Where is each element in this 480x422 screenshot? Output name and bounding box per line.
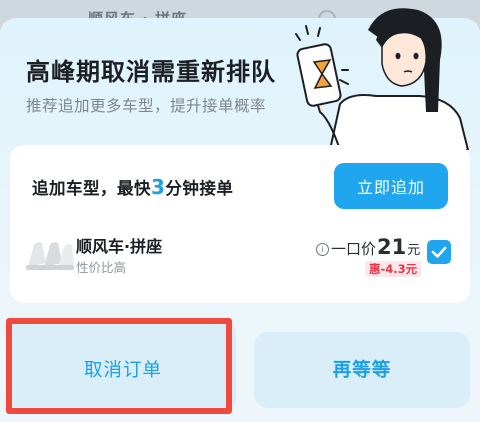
dialog-subtitle: 推荐追加更多车型，提升接单概率 [26,97,267,115]
cancel-order-label: 取消订单 [83,360,162,381]
info-icon[interactable]: i [316,243,329,256]
headline-minutes: 3 [151,175,166,199]
waiting-girl-illustration [295,8,470,150]
headline-prefix: 追加车型，最快 [32,179,151,198]
discount-badge: 惠-4.3元 [365,261,422,277]
headline-suffix: 分钟接单 [165,179,234,198]
add-vehicle-button[interactable]: 立即追加 [334,163,448,209]
service-name: 顺风车·拼座 [76,237,163,256]
recommend-card: 追加车型，最快3分钟接单 立即追加 顺风车·拼座 性价比高 i 一口价 21 元… [10,145,470,303]
recommend-headline: 追加车型，最快3分钟接单 [32,175,233,199]
keep-waiting-label: 再等等 [332,360,392,381]
service-checkbox[interactable] [427,240,451,264]
cancel-order-button[interactable]: 取消订单 [10,320,236,412]
carpool-seat-icon [26,242,74,270]
service-desc: 性价比高 [76,260,127,275]
check-icon [431,246,447,258]
price-unit: 元 [407,243,421,258]
price-info: i 一口价 21 元 [316,235,420,259]
price-amount: 21 [377,235,407,259]
price-label: 一口价 [331,240,377,258]
dialog-title: 高峰期取消需重新排队 [26,58,276,86]
keep-waiting-button[interactable]: 再等等 [254,332,470,408]
